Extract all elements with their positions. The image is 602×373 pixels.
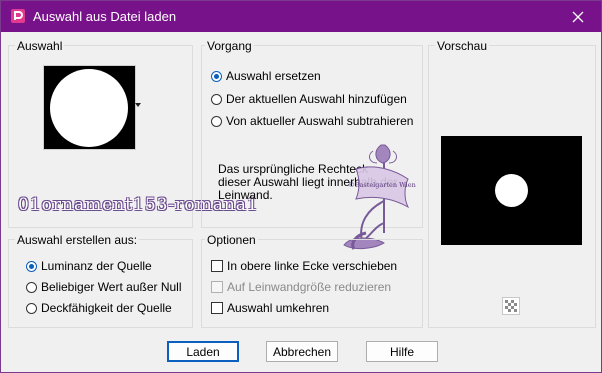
radio-dot[interactable] (211, 93, 222, 105)
radio-dot[interactable] (26, 302, 37, 314)
radio-source-luminance[interactable]: Luminanz der Quelle (26, 258, 152, 274)
selection-group-legend: Auswahl (15, 39, 65, 53)
close-button[interactable] (555, 1, 601, 32)
cancel-button[interactable]: Abbrechen (266, 341, 338, 362)
load-selection-dialog: Auswahl aus Datei laden Auswahl 01orname… (0, 0, 602, 373)
options-group-legend: Optionen (205, 233, 258, 247)
checkerboard-icon[interactable] (505, 300, 517, 312)
radio-source-opacity[interactable]: Deckfähigkeit der Quelle (26, 300, 172, 316)
thumbnail-dropdown-arrow[interactable] (135, 103, 141, 107)
radio-label: Luminanz der Quelle (41, 259, 152, 273)
checkbox-box[interactable] (211, 302, 223, 314)
selection-thumbnail[interactable] (43, 65, 136, 150)
radio-label: Der aktuellen Auswahl hinzufügen (226, 92, 407, 106)
radio-dot[interactable] (26, 281, 37, 293)
radio-dot[interactable] (26, 260, 37, 272)
transparency-toggle-button[interactable] (502, 297, 520, 315)
paintshop-app-icon (11, 9, 25, 23)
checkbox-label: In obere linke Ecke verschieben (227, 259, 398, 273)
radio-add-to-selection[interactable]: Der aktuellen Auswahl hinzufügen (211, 91, 407, 107)
checkbox-label: Auf Leinwandgröße reduzieren (227, 280, 392, 294)
checkbox-label: Auswahl umkehren (227, 301, 330, 315)
radio-replace-selection[interactable]: Auswahl ersetzen (211, 68, 321, 84)
operation-group-legend: Vorgang (205, 39, 254, 53)
radio-label: Auswahl ersetzen (226, 69, 321, 83)
create-from-group-legend: Auswahl erstellen aus: (15, 233, 140, 247)
help-button[interactable]: Hilfe (366, 341, 438, 362)
checkbox-move-top-left[interactable]: In obere linke Ecke verschieben (211, 258, 397, 274)
radio-nonzero-value[interactable]: Beliebiger Wert außer Null (26, 279, 182, 295)
radio-subtract-from-selection[interactable]: Von aktueller Auswahl subtrahieren (211, 113, 413, 129)
load-button[interactable]: Laden (167, 341, 239, 362)
preview-canvas (441, 136, 582, 245)
window-title: Auswahl aus Datei laden (33, 9, 177, 24)
close-icon[interactable] (572, 11, 584, 23)
radio-label: Von aktueller Auswahl subtrahieren (226, 114, 414, 128)
checkbox-box[interactable] (211, 281, 223, 293)
radio-dot[interactable] (211, 115, 222, 127)
checkbox-crop-to-canvas[interactable]: Auf Leinwandgröße reduzieren (211, 279, 391, 295)
radio-label: Beliebiger Wert außer Null (41, 280, 182, 294)
watermark-text: ©Bastelgarten Wien (348, 181, 416, 189)
preview-group-legend: Vorschau (435, 39, 490, 53)
title-bar: Auswahl aus Datei laden (1, 1, 601, 32)
radio-label: Deckfähigkeit der Quelle (41, 301, 172, 315)
checkbox-box[interactable] (211, 260, 223, 272)
checkbox-invert-selection[interactable]: Auswahl umkehren (211, 300, 329, 316)
radio-dot[interactable] (211, 70, 222, 82)
